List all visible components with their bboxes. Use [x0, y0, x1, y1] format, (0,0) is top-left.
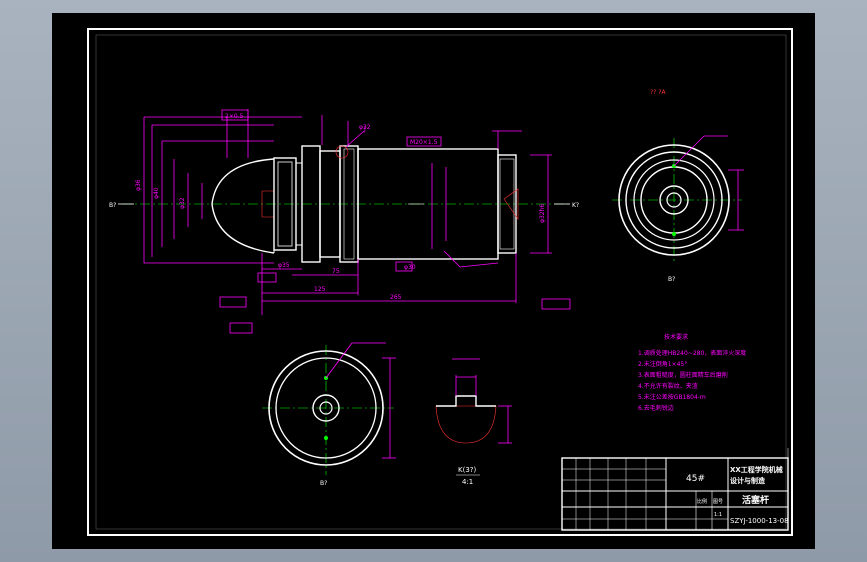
dim-bottom-3: 75	[332, 268, 340, 275]
shaft-front-view	[122, 145, 572, 263]
section-k: K(3?) 4:1	[435, 358, 512, 486]
section-k-scale: 4:1	[462, 478, 473, 486]
dim-right-1: φ32h6	[539, 204, 546, 223]
dim-bottom-5: 265	[390, 294, 402, 301]
title-block: 45# XX工程学院机械 设计与制造 活塞杆 SZYJ-1000-13-08 比…	[561, 448, 789, 531]
dim-left-3: φ32	[179, 197, 186, 209]
dim-bottom-4: 125	[314, 286, 326, 293]
detail-circle-j	[335, 145, 349, 159]
drawing-number: SZYJ-1000-13-08	[730, 517, 789, 525]
inner-border	[95, 34, 787, 530]
note-top-right: ?? ?A	[650, 89, 666, 96]
dim-left-1: φ36	[135, 179, 142, 191]
svg-text:J: J	[363, 126, 366, 133]
tech-req-4: 4.不允许有裂纹、夹渣	[638, 382, 698, 390]
label-b-bottom-right: B?	[668, 276, 675, 283]
school-line-2: 设计与制造	[730, 476, 766, 485]
tech-req-6: 6.去毛刺锐边	[638, 404, 674, 412]
dim-bottom-2: φ30	[404, 264, 416, 271]
header-number: 图号	[713, 499, 723, 505]
section-hatch	[435, 405, 497, 444]
sphere-end	[211, 158, 275, 254]
end-view-left: B?	[262, 342, 396, 487]
tech-req-3: 3.表面粗糙度，圆柱面精车后磨削	[638, 371, 728, 379]
label-k-right: K?	[572, 202, 579, 209]
tech-req-1: 1.调质处理HB240~280，表面淬火深度	[638, 349, 746, 357]
label-b-left: B?	[109, 202, 116, 209]
dim-top-1: 2×0.5	[225, 113, 244, 120]
scale-value: 1:1	[714, 512, 722, 518]
tech-req-title: 技术要求	[664, 333, 688, 341]
dim-top-3: M20×1.5	[410, 139, 438, 146]
tolerance-box-left2	[229, 322, 253, 334]
tolerance-box-left	[219, 296, 247, 308]
tech-req-2: 2.未注倒角1×45°	[638, 360, 687, 368]
material: 45#	[686, 474, 705, 484]
dim-left-2: φ40	[153, 187, 160, 199]
drawing-border	[87, 28, 793, 536]
part-name: 活塞杆	[742, 494, 769, 506]
tech-req-5: 5.未注公差按GB1804-m	[638, 393, 706, 401]
tolerance-box-right	[541, 298, 571, 310]
cad-drawing: φ36 φ40 φ32 2×0.5 M20×1.5 φ32 J φ32h6 12…	[87, 28, 793, 536]
drawing-canvas: φ36 φ40 φ32 2×0.5 M20×1.5 φ32 J φ32h6 12…	[52, 13, 815, 549]
dim-bottom-1: φ35	[278, 262, 290, 269]
label-b-bottom-left: B?	[320, 480, 327, 487]
header-scale: 比例	[697, 498, 707, 505]
end-view-right: B? ?? ?A	[612, 89, 744, 283]
tech-requirements: 技术要求 1.调质处理HB240~280，表面淬火深度 2.未注倒角1×45° …	[638, 333, 746, 412]
section-k-label: K(3?)	[458, 466, 476, 474]
school-line-1: XX工程学院机械	[730, 465, 783, 474]
